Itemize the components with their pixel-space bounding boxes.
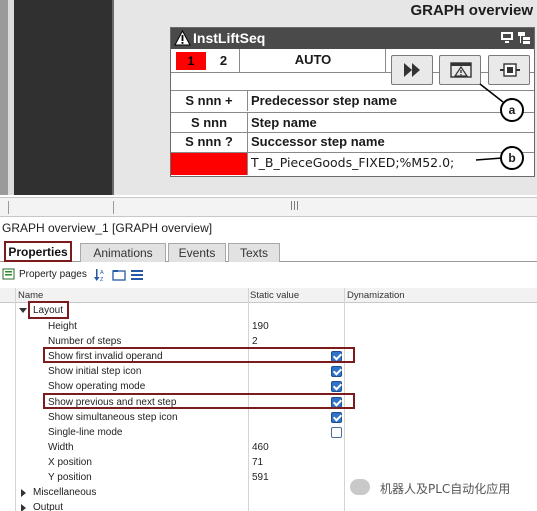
- category-label: Layout: [33, 305, 64, 316]
- svg-text:A: A: [100, 270, 104, 276]
- inspector-tabs: Properties Animations Events Texts: [0, 240, 537, 262]
- tab-properties[interactable]: Properties: [4, 241, 72, 262]
- wechat-icon: [350, 479, 370, 495]
- property-checkbox[interactable]: [331, 427, 342, 438]
- callout-b: b: [500, 146, 524, 170]
- property-grid: Name Static value Dynamization Layout He…: [0, 288, 537, 511]
- property-row[interactable]: Number of steps 2: [0, 334, 537, 349]
- property-checkbox[interactable]: [331, 381, 342, 392]
- category-output[interactable]: Output: [0, 500, 537, 511]
- property-row[interactable]: Width 460: [0, 440, 537, 455]
- property-value[interactable]: 71: [252, 455, 263, 470]
- splitter-grip-icon[interactable]: |||: [290, 201, 299, 211]
- category-layout[interactable]: Layout: [0, 303, 537, 318]
- property-name: Show first invalid operand: [48, 351, 163, 362]
- splitter-tick: [8, 201, 9, 214]
- list-view-icon[interactable]: [130, 268, 144, 282]
- property-value[interactable]: 460: [252, 440, 269, 455]
- property-pages-button[interactable]: Property pages: [19, 269, 87, 280]
- column-name[interactable]: Name: [18, 290, 43, 301]
- property-value[interactable]: 190: [252, 319, 269, 334]
- screen-canvas: GRAPH overview InstLiftSeq 1 2 AUTO S nn…: [0, 0, 537, 195]
- splitter-tick: [113, 201, 114, 214]
- collapse-arrow-icon[interactable]: [21, 504, 26, 511]
- sort-az-icon[interactable]: A Z: [94, 268, 108, 282]
- property-row[interactable]: Height 190: [0, 319, 537, 334]
- grid-header: Name Static value Dynamization: [0, 288, 537, 303]
- property-checkbox[interactable]: [331, 366, 342, 377]
- collapse-arrow-icon[interactable]: [21, 489, 26, 497]
- property-name: Width: [48, 442, 74, 453]
- property-name: Height: [48, 321, 77, 332]
- property-name: Show simultaneous step icon: [48, 412, 178, 423]
- property-row[interactable]: Single-line mode: [0, 425, 537, 440]
- property-name: Y position: [48, 472, 92, 483]
- property-value[interactable]: 591: [252, 470, 269, 485]
- folder-tree-icon[interactable]: [112, 268, 126, 282]
- property-row[interactable]: Show simultaneous step icon: [0, 410, 537, 425]
- expand-arrow-icon[interactable]: [19, 308, 27, 313]
- property-name: Single-line mode: [48, 427, 123, 438]
- property-name: Show previous and next step: [48, 397, 177, 408]
- callout-leaders: [475, 83, 504, 161]
- property-row[interactable]: Show previous and next step: [0, 395, 537, 410]
- panel-splitter[interactable]: |||: [0, 197, 537, 217]
- property-value[interactable]: 2: [252, 334, 258, 349]
- inspector-title: GRAPH overview_1 [GRAPH overview]: [2, 221, 213, 235]
- property-pages-icon[interactable]: [2, 267, 16, 281]
- property-checkbox[interactable]: [331, 351, 342, 362]
- column-static-value[interactable]: Static value: [250, 290, 299, 301]
- property-checkbox[interactable]: [331, 412, 342, 423]
- tab-events[interactable]: Events: [168, 243, 226, 262]
- property-checkbox[interactable]: [331, 397, 342, 408]
- property-row[interactable]: Show operating mode: [0, 379, 537, 394]
- property-name: Show operating mode: [48, 381, 146, 392]
- properties-toolbar: Property pages A Z: [0, 264, 537, 286]
- tab-texts[interactable]: Texts: [228, 243, 280, 262]
- category-label: Miscellaneous: [33, 487, 97, 498]
- category-label: Output: [33, 502, 64, 511]
- property-row[interactable]: X position 71: [0, 455, 537, 470]
- property-name: X position: [48, 457, 92, 468]
- svg-text:Z: Z: [100, 277, 104, 282]
- callout-a: a: [500, 98, 524, 122]
- property-row[interactable]: Show initial step icon: [0, 364, 537, 379]
- property-name: Number of steps: [48, 336, 122, 347]
- property-name: Show initial step icon: [48, 366, 142, 377]
- tab-animations[interactable]: Animations: [80, 243, 166, 262]
- column-dynamization[interactable]: Dynamization: [347, 290, 405, 301]
- watermark-text: 机器人及PLC自动化应用: [380, 482, 511, 496]
- property-row[interactable]: Show first invalid operand: [0, 349, 537, 364]
